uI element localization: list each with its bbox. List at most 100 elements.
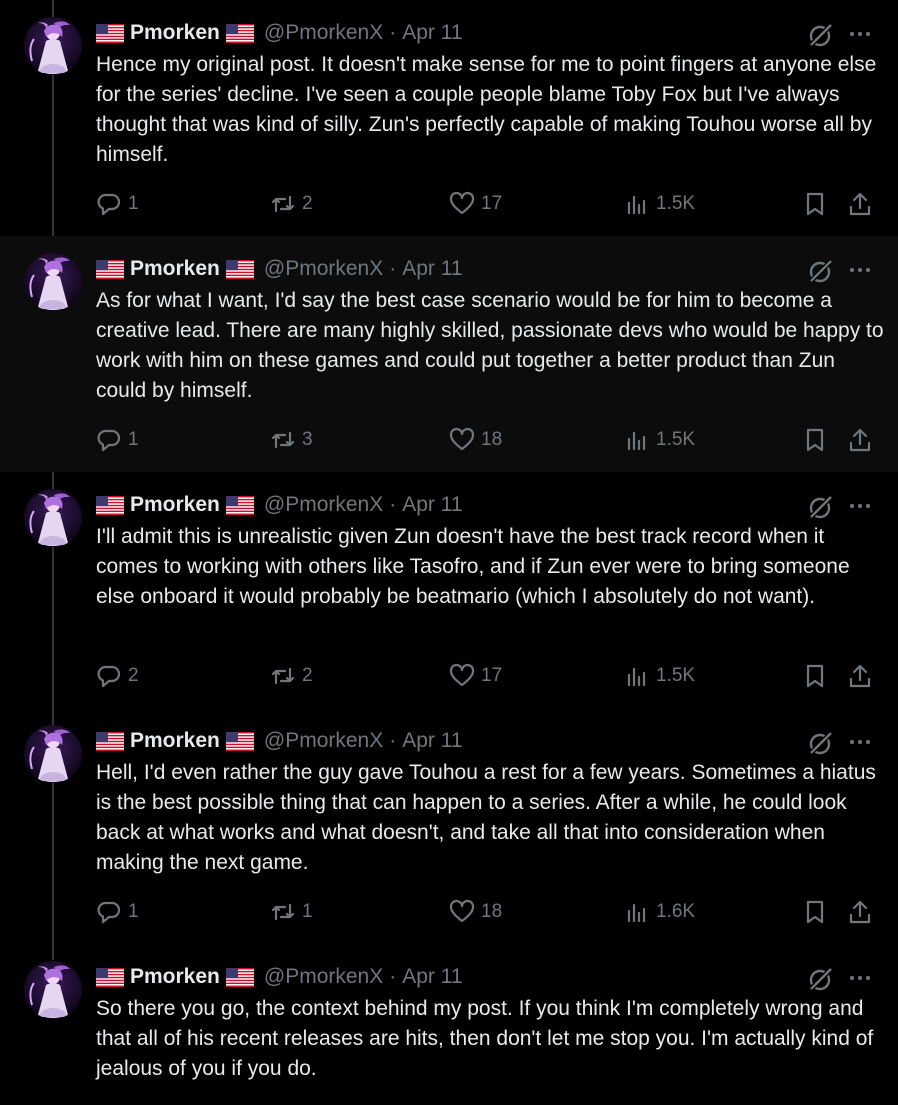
us-flag-icon bbox=[96, 259, 124, 279]
retweet-button[interactable]: 3 bbox=[270, 422, 313, 458]
us-flag-icon bbox=[96, 23, 124, 43]
more-icon[interactable] bbox=[846, 964, 874, 992]
like-button[interactable]: 18 bbox=[449, 422, 502, 458]
reply-count: 1 bbox=[128, 901, 139, 922]
bookmark-button[interactable] bbox=[802, 186, 828, 222]
retweet-button[interactable]: 1 bbox=[270, 894, 313, 930]
avatar[interactable] bbox=[24, 17, 82, 75]
reply-icon bbox=[97, 665, 121, 688]
avatar[interactable] bbox=[24, 253, 82, 311]
tweet-text: Hence my original post. It doesn't make … bbox=[96, 53, 877, 166]
bookmark-button[interactable] bbox=[802, 658, 828, 694]
reply-button[interactable]: 1 bbox=[96, 894, 139, 930]
like-icon bbox=[449, 663, 475, 687]
tweet-date[interactable]: Apr 11 bbox=[402, 257, 462, 281]
us-flag-icon bbox=[96, 495, 124, 515]
share-button[interactable] bbox=[847, 658, 873, 694]
grok-icon[interactable] bbox=[806, 22, 834, 50]
retweet-icon bbox=[271, 667, 295, 685]
author-name[interactable]: Pmorken bbox=[130, 729, 220, 753]
grok-icon[interactable] bbox=[806, 494, 834, 522]
views-button[interactable]: 1.6K bbox=[624, 894, 695, 930]
tweet[interactable]: Pmorken @PmorkenX · Apr 11 bbox=[0, 944, 898, 1105]
tweet-header: Pmorken @PmorkenX · Apr 11 bbox=[96, 726, 463, 756]
author-name[interactable]: Pmorken bbox=[130, 21, 220, 45]
tweet-header: Pmorken @PmorkenX · Apr 11 bbox=[96, 254, 463, 284]
reply-button[interactable]: 1 bbox=[96, 186, 139, 222]
like-button[interactable]: 17 bbox=[449, 186, 502, 222]
share-button[interactable] bbox=[847, 186, 873, 222]
share-button[interactable] bbox=[847, 422, 873, 458]
retweet-icon bbox=[271, 195, 295, 213]
author-handle[interactable]: @PmorkenX bbox=[264, 729, 383, 753]
share-icon bbox=[849, 900, 871, 924]
reply-button[interactable]: 2 bbox=[96, 658, 139, 694]
like-count: 17 bbox=[481, 193, 503, 214]
retweet-icon bbox=[271, 903, 295, 921]
avatar[interactable] bbox=[24, 725, 82, 783]
separator-dot: · bbox=[389, 21, 397, 44]
like-count: 18 bbox=[481, 901, 503, 922]
tweet-date[interactable]: Apr 11 bbox=[402, 965, 462, 989]
views-icon bbox=[627, 195, 646, 215]
like-icon bbox=[449, 191, 475, 215]
reply-button[interactable]: 1 bbox=[96, 422, 139, 458]
separator-dot: · bbox=[389, 493, 397, 516]
reply-icon bbox=[97, 429, 121, 452]
more-icon[interactable] bbox=[846, 492, 874, 520]
retweet-icon bbox=[271, 431, 295, 449]
grok-icon[interactable] bbox=[806, 966, 834, 994]
author-name[interactable]: Pmorken bbox=[130, 257, 220, 281]
like-count: 18 bbox=[481, 429, 503, 450]
retweet-button[interactable]: 2 bbox=[270, 186, 313, 222]
like-button[interactable]: 17 bbox=[449, 658, 502, 694]
tweet-actions: 1 1 18 1.6K bbox=[0, 894, 898, 930]
tweet-date[interactable]: Apr 11 bbox=[402, 21, 462, 45]
author-handle[interactable]: @PmorkenX bbox=[264, 965, 383, 989]
reply-icon bbox=[97, 193, 121, 216]
tweet-date[interactable]: Apr 11 bbox=[402, 493, 462, 517]
tweet[interactable]: Pmorken @PmorkenX · Apr 11 bbox=[0, 472, 898, 708]
like-icon bbox=[449, 427, 475, 451]
tweet[interactable]: Pmorken @PmorkenX · Apr 11 bbox=[0, 0, 898, 236]
views-button[interactable]: 1.5K bbox=[624, 658, 695, 694]
retweet-count: 3 bbox=[302, 429, 313, 450]
author-handle[interactable]: @PmorkenX bbox=[264, 493, 383, 517]
author-handle[interactable]: @PmorkenX bbox=[264, 257, 383, 281]
tweet-text: As for what I want, I'd say the best cas… bbox=[96, 289, 884, 402]
bookmark-icon bbox=[806, 900, 824, 924]
retweet-button[interactable]: 2 bbox=[270, 658, 313, 694]
us-flag-icon bbox=[225, 259, 254, 279]
tweet-text: So there you go, the context behind my p… bbox=[96, 997, 874, 1080]
bookmark-button[interactable] bbox=[802, 422, 828, 458]
avatar[interactable] bbox=[24, 489, 82, 547]
grok-icon[interactable] bbox=[806, 730, 834, 758]
tweet[interactable]: Pmorken @PmorkenX · Apr 11 bbox=[0, 236, 898, 472]
views-count: 1.5K bbox=[656, 429, 696, 450]
author-name[interactable]: Pmorken bbox=[130, 965, 220, 989]
views-icon bbox=[627, 903, 646, 923]
bookmark-button[interactable] bbox=[802, 894, 828, 930]
views-count: 1.5K bbox=[656, 193, 696, 214]
views-icon bbox=[627, 667, 646, 687]
reply-icon bbox=[97, 901, 121, 924]
tweet-actions: 1 2 17 1.5K bbox=[0, 186, 898, 222]
views-icon bbox=[627, 431, 646, 451]
more-icon[interactable] bbox=[846, 20, 874, 48]
tweet-date[interactable]: Apr 11 bbox=[402, 729, 462, 753]
share-button[interactable] bbox=[847, 894, 873, 930]
more-icon[interactable] bbox=[846, 728, 874, 756]
like-icon bbox=[449, 899, 475, 923]
views-button[interactable]: 1.5K bbox=[624, 422, 695, 458]
tweet[interactable]: Pmorken @PmorkenX · Apr 11 bbox=[0, 708, 898, 944]
views-button[interactable]: 1.5K bbox=[624, 186, 695, 222]
grok-icon[interactable] bbox=[806, 258, 834, 286]
author-handle[interactable]: @PmorkenX bbox=[264, 21, 383, 45]
more-icon[interactable] bbox=[846, 256, 874, 284]
avatar[interactable] bbox=[24, 961, 82, 1019]
author-name[interactable]: Pmorken bbox=[130, 493, 220, 517]
us-flag-icon bbox=[96, 731, 124, 751]
like-button[interactable]: 18 bbox=[449, 894, 502, 930]
tweet-actions: 2 2 17 1.5K bbox=[0, 658, 898, 694]
reply-count: 2 bbox=[128, 665, 139, 686]
